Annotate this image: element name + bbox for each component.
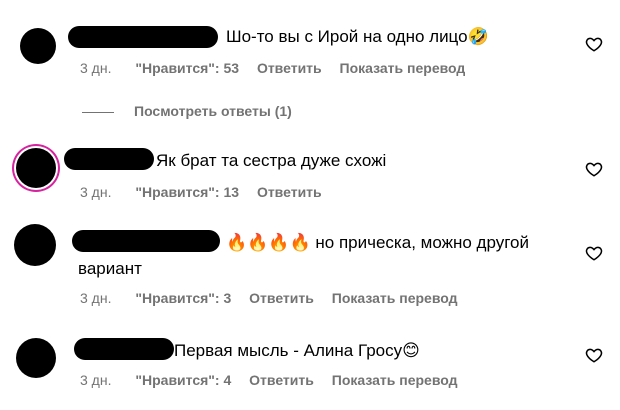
avatar[interactable] — [16, 148, 56, 188]
likes-count[interactable]: "Нравится": 4 — [135, 372, 231, 388]
heart-outline-icon[interactable] — [585, 244, 603, 262]
translate-button[interactable]: Показать перевод — [332, 290, 458, 306]
timestamp: 3 дн. — [80, 372, 112, 388]
translate-button[interactable]: Показать перевод — [340, 60, 466, 76]
timestamp: 3 дн. — [80, 184, 112, 200]
timestamp: 3 дн. — [80, 60, 112, 76]
likes-count[interactable]: "Нравится": 3 — [135, 290, 231, 306]
comment-text: Первая мысль - Алина Гросу😊 — [174, 341, 420, 360]
avatar[interactable] — [16, 338, 56, 378]
comment-3: 🔥🔥🔥🔥 но прическа, можно другой вариант 3… — [0, 220, 620, 310]
replies-divider — [82, 112, 114, 113]
reply-button[interactable]: Ответить — [257, 184, 322, 200]
redacted-username[interactable] — [74, 338, 174, 360]
comment-4: Первая мысль - Алина Гросу😊 3 дн. "Нрави… — [0, 330, 620, 400]
comment-text-line-2: вариант — [78, 259, 142, 278]
comment-meta: 3 дн. "Нравится": 13 Ответить — [80, 184, 336, 200]
comment-text: Як брат та сестра дуже схожі — [156, 151, 387, 170]
heart-outline-icon[interactable] — [585, 346, 603, 364]
view-replies-button[interactable]: Посмотреть ответы (1) — [134, 103, 292, 119]
reply-button[interactable]: Ответить — [249, 290, 314, 306]
likes-count[interactable]: "Нравится": 53 — [135, 60, 239, 76]
comment-2: Як брат та сестра дуже схожі 3 дн. "Нрав… — [0, 140, 620, 210]
redacted-username[interactable] — [64, 148, 154, 170]
comment-text-line-1: 🔥🔥🔥🔥 но прическа, можно другой — [226, 233, 529, 252]
reply-button[interactable]: Ответить — [249, 372, 314, 388]
avatar[interactable] — [14, 224, 56, 266]
heart-outline-icon[interactable] — [585, 35, 603, 53]
heart-outline-icon[interactable] — [585, 160, 603, 178]
comment-meta: 3 дн. "Нравится": 53 Ответить Показать п… — [80, 60, 479, 76]
comment-1: Шо-то вы с Ирой на одно лицо🤣 3 дн. "Нра… — [0, 18, 620, 88]
likes-count[interactable]: "Нравится": 13 — [135, 184, 239, 200]
reply-button[interactable]: Ответить — [257, 60, 322, 76]
comment-meta: 3 дн. "Нравится": 3 Ответить Показать пе… — [80, 290, 472, 306]
comment-meta: 3 дн. "Нравится": 4 Ответить Показать пе… — [80, 372, 472, 388]
timestamp: 3 дн. — [80, 290, 112, 306]
redacted-username[interactable] — [72, 230, 220, 252]
avatar[interactable] — [20, 28, 56, 64]
comment-text: Шо-то вы с Ирой на одно лицо🤣 — [226, 27, 489, 46]
redacted-username[interactable] — [68, 26, 218, 48]
translate-button[interactable]: Показать перевод — [332, 372, 458, 388]
